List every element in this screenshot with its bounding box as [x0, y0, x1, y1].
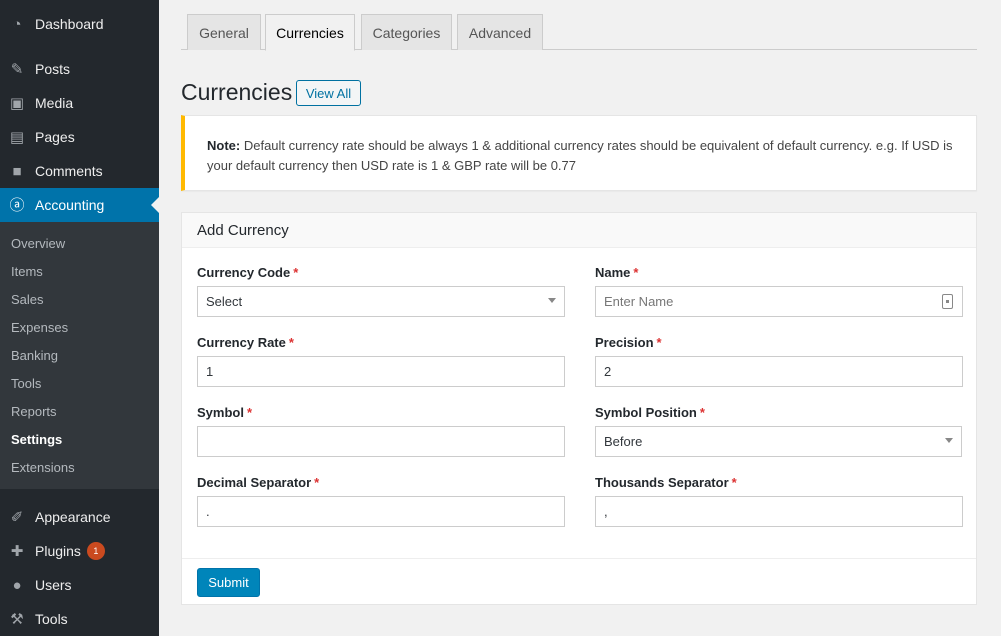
thousands-separator-value: , — [604, 504, 608, 519]
required-mark: * — [633, 265, 639, 280]
menu-label: Dashboard — [35, 16, 104, 32]
name-input[interactable]: Enter Name — [595, 286, 963, 317]
submenu-settings[interactable]: Settings — [11, 432, 62, 447]
menu-item-comments[interactable]: ■ Comments — [0, 154, 159, 188]
card-title: Add Currency — [197, 222, 289, 239]
card-footer-divider — [182, 558, 976, 559]
precision-input[interactable]: 2 — [595, 356, 963, 387]
submenu-overview[interactable]: Overview — [11, 236, 65, 251]
symbol-position-select[interactable]: Before — [595, 426, 962, 457]
menu-item-pages[interactable]: ▤ Pages — [0, 120, 159, 154]
precision-label: Precision * — [595, 335, 662, 350]
symbol-position-value: Before — [604, 434, 643, 449]
menu-label: Plugins — [35, 543, 81, 559]
menu-label: Posts — [35, 61, 71, 77]
users-icon: ● — [12, 576, 22, 594]
page-title: Currencies — [181, 79, 293, 105]
name-placeholder: Enter Name — [604, 294, 674, 309]
accounting-icon: ⓐ — [9, 196, 25, 214]
plugins-update-badge: 1 — [86, 542, 105, 560]
submenu-reports[interactable]: Reports — [11, 404, 57, 419]
chevron-down-icon — [548, 298, 556, 303]
pin-icon: ✎ — [10, 60, 24, 78]
currency-code-select[interactable]: Select — [197, 286, 565, 317]
autofill-icon[interactable] — [942, 294, 953, 309]
label-text: Thousands Separator — [595, 475, 729, 490]
pages-icon: ▤ — [9, 128, 25, 146]
decimal-separator-input[interactable]: . — [197, 496, 565, 527]
label-text: Currency Code — [197, 265, 291, 280]
menu-label: Appearance — [35, 509, 111, 525]
submenu-items[interactable]: Items — [11, 264, 43, 279]
submenu-banking[interactable]: Banking — [11, 348, 58, 363]
currency-rate-value: 1 — [206, 364, 214, 379]
menu-item-media[interactable]: ▣ Media — [0, 86, 159, 120]
tab-categories[interactable]: Categories — [361, 14, 452, 50]
menu-label: Accounting — [35, 197, 105, 213]
notice-prefix: Note: — [207, 138, 241, 153]
label-text: Currency Rate — [197, 335, 286, 350]
submit-button[interactable]: Submit — [197, 568, 260, 597]
notice-box: Note: Default currency rate should be al… — [181, 115, 977, 191]
wrench-icon: ⚒ — [10, 610, 24, 628]
submenu-extensions[interactable]: Extensions — [11, 460, 75, 475]
required-mark: * — [314, 475, 320, 490]
notice-text: Default currency rate should be always 1… — [207, 138, 953, 173]
view-all-button[interactable]: View All — [296, 80, 361, 106]
settings-tabs: General Currencies Categories Advanced — [181, 14, 977, 51]
label-text: Precision — [595, 335, 654, 350]
required-mark: * — [288, 335, 294, 350]
required-mark: * — [699, 405, 705, 420]
card-header: Add Currency — [182, 213, 976, 248]
thousands-separator-input[interactable]: , — [595, 496, 963, 527]
required-mark: * — [656, 335, 662, 350]
menu-item-dashboard[interactable]: ◔ Dashboard — [0, 7, 159, 41]
menu-item-accounting[interactable]: ⓐ Accounting — [0, 188, 159, 222]
symbol-label: Symbol * — [197, 405, 252, 420]
menu-label: Comments — [35, 163, 103, 179]
currency-code-value: Select — [206, 294, 243, 309]
symbol-position-label: Symbol Position * — [595, 405, 705, 420]
add-currency-card: Add Currency Currency Code * Select Name *… — [181, 212, 977, 605]
menu-label: Media — [35, 95, 74, 111]
tab-general[interactable]: General — [187, 14, 261, 50]
menu-label: Pages — [35, 129, 75, 145]
menu-item-appearance[interactable]: ✐ Appearance — [0, 500, 159, 534]
menu-label: Users — [35, 577, 72, 593]
submenu-sales[interactable]: Sales — [11, 292, 44, 307]
decimal-separator-value: . — [206, 504, 210, 519]
required-mark: * — [731, 475, 737, 490]
chevron-down-icon — [945, 438, 953, 443]
required-mark: * — [293, 265, 299, 280]
label-text: Name — [595, 265, 631, 280]
currency-code-label: Currency Code * — [197, 265, 298, 280]
tab-currencies[interactable]: Currencies — [265, 14, 355, 51]
menu-item-plugins[interactable]: ✚ Plugins 1 — [0, 534, 159, 568]
precision-value: 2 — [604, 364, 612, 379]
label-text: Symbol Position — [595, 405, 697, 420]
submenu-expenses[interactable]: Expenses — [11, 320, 68, 335]
comments-icon: ■ — [12, 162, 22, 180]
symbol-input[interactable] — [197, 426, 565, 457]
accounting-submenu: Overview Items Sales Expenses Banking To… — [0, 222, 159, 489]
admin-sidebar: ◔ Dashboard ✎ Posts ▣ Media ▤ Pages ■ Co… — [0, 0, 159, 636]
menu-label: Tools — [35, 611, 68, 627]
tab-advanced[interactable]: Advanced — [457, 14, 543, 50]
label-text: Symbol — [197, 405, 244, 420]
thousands-separator-label: Thousands Separator * — [595, 475, 737, 490]
brush-icon: ✐ — [10, 508, 24, 526]
menu-item-users[interactable]: ● Users — [0, 568, 159, 602]
submenu-tools[interactable]: Tools — [11, 376, 41, 391]
menu-item-tools[interactable]: ⚒ Tools — [0, 602, 159, 636]
decimal-separator-label: Decimal Separator * — [197, 475, 319, 490]
dashboard-icon: ◔ — [12, 15, 22, 33]
label-text: Decimal Separator — [197, 475, 312, 490]
plugin-icon: ✚ — [10, 542, 24, 560]
name-label: Name * — [595, 265, 638, 280]
media-icon: ▣ — [9, 94, 25, 112]
currency-rate-label: Currency Rate * — [197, 335, 294, 350]
currency-rate-input[interactable]: 1 — [197, 356, 565, 387]
menu-item-posts[interactable]: ✎ Posts — [0, 52, 159, 86]
required-mark: * — [246, 405, 253, 420]
